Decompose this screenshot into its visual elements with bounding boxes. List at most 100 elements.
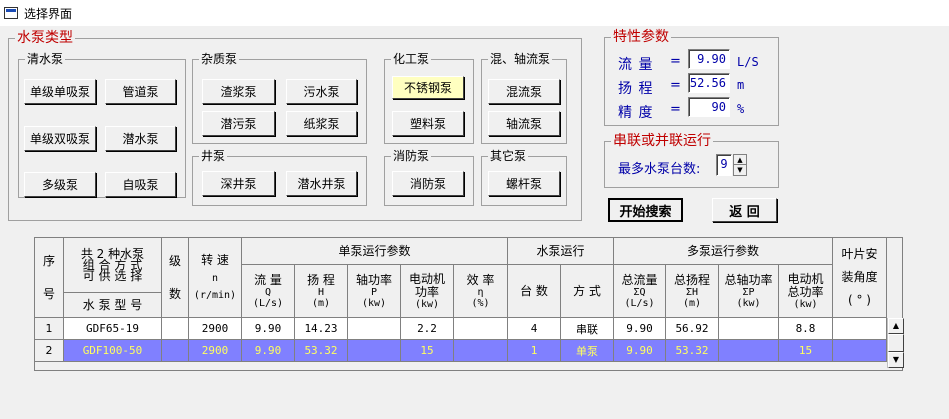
sewage-pump-button[interactable]: 污水泵 xyxy=(286,79,357,104)
header-s-shaft: 轴功率 P (kw) xyxy=(348,265,401,318)
cell-total-motor[interactable]: 8.8 xyxy=(779,318,833,340)
header-seq: 序号 xyxy=(35,238,64,318)
table-row-selected[interactable]: 2 GDF100-50 2900 9.90 53.32 15 1 单泵 9.90… xyxy=(35,340,887,362)
pulp-pump-button[interactable]: 纸浆泵 xyxy=(286,111,357,136)
scroll-up-icon[interactable]: ▲ xyxy=(888,318,904,334)
submersible-well-pump-button[interactable]: 潜水井泵 xyxy=(286,171,357,196)
cell-mode[interactable]: 单泵 xyxy=(561,340,614,362)
self-priming-pump-button[interactable]: 自吸泵 xyxy=(105,172,176,197)
header-m-head: 总扬程 ΣH (m) xyxy=(666,265,719,318)
cell-motor[interactable]: 15 xyxy=(401,340,454,362)
row-index[interactable]: 1 xyxy=(35,318,64,340)
cell-mode[interactable]: 串联 xyxy=(561,318,614,340)
header-speed: 转 速 n (r/min) xyxy=(189,238,242,318)
header-m-motor: 电动机 总功率 (kw) xyxy=(779,265,833,318)
cell-eff[interactable] xyxy=(454,340,508,362)
cell-total-flow[interactable]: 9.90 xyxy=(614,318,666,340)
cell-total-flow[interactable]: 9.90 xyxy=(614,340,666,362)
series-parallel-legend: 串联或并联运行 xyxy=(613,133,711,149)
pipeline-pump-button[interactable]: 管道泵 xyxy=(105,79,176,104)
submersible-pump-button[interactable]: 潜水泵 xyxy=(105,126,176,151)
header-s-head: 扬 程 H (m) xyxy=(295,265,348,318)
flow-eq: = xyxy=(670,54,681,69)
other-pump-legend: 其它泵 xyxy=(490,149,527,163)
cell-blade-angle[interactable] xyxy=(833,340,887,362)
cell-speed[interactable]: 2900 xyxy=(189,318,242,340)
flow-label: 流 量 xyxy=(618,57,654,73)
cell-total-shaft[interactable] xyxy=(719,318,779,340)
header-blade-angle: 叶片安 装角度( ° ) xyxy=(833,238,887,318)
flow-input[interactable]: 9.90 xyxy=(688,49,730,69)
spin-up-icon[interactable]: ▲ xyxy=(734,155,746,165)
well-pump-legend: 井泵 xyxy=(201,149,226,163)
slurry-pump-button[interactable]: 渣浆泵 xyxy=(202,79,275,104)
header-multi-pump: 多泵运行参数 xyxy=(614,238,833,265)
cell-count[interactable]: 4 xyxy=(508,318,561,340)
single-stage-single-suction-button[interactable]: 单级单吸泵 xyxy=(24,79,96,104)
results-table: 序号 共 2 种水泵组 合 方 式可 供 选 择 水 泵 型 号 级数 转 速n… xyxy=(34,237,904,371)
accuracy-eq: = xyxy=(670,102,681,117)
single-stage-double-suction-button[interactable]: 单级双吸泵 xyxy=(24,126,96,151)
max-pumps-input[interactable]: 9 xyxy=(716,154,732,176)
deep-well-pump-button[interactable]: 深井泵 xyxy=(202,171,275,196)
header-s-flow: 流 量 Q (L/s) xyxy=(242,265,295,318)
head-input[interactable]: 52.56 xyxy=(688,73,730,93)
header-run-count: 台 数 xyxy=(508,265,561,318)
max-pumps-spinner[interactable]: ▲ ▼ xyxy=(733,154,747,176)
start-search-button[interactable]: 开始搜索 xyxy=(608,198,683,222)
axial-flow-pump-button[interactable]: 轴流泵 xyxy=(488,111,560,136)
max-pumps-label: 最多水泵台数: xyxy=(618,162,701,177)
header-m-flow: 总流量 ΣQ (L/s) xyxy=(614,265,666,318)
window-title: 选择界面 xyxy=(24,6,73,21)
title-bar: 选择界面 xyxy=(0,0,949,26)
spin-down-icon[interactable]: ▼ xyxy=(734,165,746,175)
screw-pump-button[interactable]: 螺杆泵 xyxy=(488,171,560,196)
cell-total-head[interactable]: 56.92 xyxy=(666,318,719,340)
row-index[interactable]: 2 xyxy=(35,340,64,362)
header-model: 水 泵 型 号 xyxy=(64,293,162,318)
cell-total-motor[interactable]: 15 xyxy=(779,340,833,362)
cell-shaft[interactable] xyxy=(348,318,401,340)
cell-head[interactable]: 53.32 xyxy=(295,340,348,362)
cell-stage[interactable] xyxy=(162,318,189,340)
cell-shaft[interactable] xyxy=(348,340,401,362)
cell-model[interactable]: GDF65-19 xyxy=(64,318,162,340)
header-combo: 共 2 种水泵组 合 方 式可 供 选 择 xyxy=(64,238,162,293)
window-icon xyxy=(4,7,18,19)
pump-type-legend: 水泵类型 xyxy=(17,30,73,46)
cell-head[interactable]: 14.23 xyxy=(295,318,348,340)
scroll-down-icon[interactable]: ▼ xyxy=(888,352,904,368)
cell-blade-angle[interactable] xyxy=(833,318,887,340)
cell-flow[interactable]: 9.90 xyxy=(242,340,295,362)
mixed-flow-pump-button[interactable]: 混流泵 xyxy=(488,79,560,104)
header-running: 水泵运行 xyxy=(508,238,614,265)
cell-speed[interactable]: 2900 xyxy=(189,340,242,362)
cell-eff[interactable] xyxy=(454,318,508,340)
cell-total-shaft[interactable] xyxy=(719,340,779,362)
main-pane: 水泵类型 清水泵 单级单吸泵 管道泵 单级双吸泵 潜水泵 多级泵 自吸泵 杂质泵… xyxy=(0,26,949,419)
cell-motor[interactable]: 2.2 xyxy=(401,318,454,340)
table-row[interactable]: 1 GDF65-19 2900 9.90 14.23 2.2 4 串联 9.90… xyxy=(35,318,887,340)
header-stage: 级数 xyxy=(162,238,189,318)
cell-model[interactable]: GDF100-50 xyxy=(64,340,162,362)
impurity-pump-legend: 杂质泵 xyxy=(201,52,238,66)
back-button[interactable]: 返 回 xyxy=(712,198,777,222)
head-eq: = xyxy=(670,78,681,93)
cell-stage[interactable] xyxy=(162,340,189,362)
header-run-mode: 方 式 xyxy=(561,265,614,318)
header-single-pump: 单泵运行参数 xyxy=(242,238,508,265)
fire-pump-button[interactable]: 消防泵 xyxy=(392,171,464,196)
stainless-steel-pump-button[interactable]: 不锈钢泵 xyxy=(392,76,464,99)
header-s-motor: 电动机 功率 (kw) xyxy=(401,265,454,318)
cell-count[interactable]: 1 xyxy=(508,340,561,362)
accuracy-unit: % xyxy=(737,102,745,116)
cell-total-head[interactable]: 53.32 xyxy=(666,340,719,362)
accuracy-label: 精 度 xyxy=(618,105,654,121)
accuracy-input[interactable]: 90 xyxy=(688,97,730,117)
plastic-pump-button[interactable]: 塑料泵 xyxy=(392,111,464,136)
table-vertical-scrollbar[interactable]: ▲ ▼ xyxy=(887,318,904,368)
cell-flow[interactable]: 9.90 xyxy=(242,318,295,340)
multistage-pump-button[interactable]: 多级泵 xyxy=(24,172,96,197)
submersible-sewage-pump-button[interactable]: 潜污泵 xyxy=(202,111,275,136)
scroll-thumb[interactable] xyxy=(888,334,904,352)
